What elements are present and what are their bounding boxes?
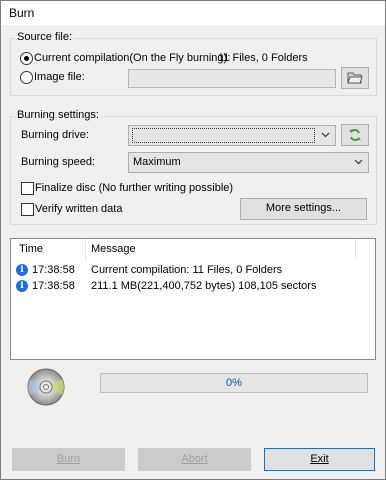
image-file-radio[interactable]	[20, 71, 33, 84]
burn-progress-bar: 0%	[100, 373, 368, 393]
column-header-time[interactable]: Time	[19, 243, 43, 255]
current-compilation-label[interactable]: Current compilation(On the Fly burning):	[34, 52, 230, 64]
abort-button[interactable]: Abort	[138, 448, 251, 471]
burning-settings-label: Burning settings:	[15, 109, 101, 121]
finalize-disc-label[interactable]: Finalize disc (No further writing possib…	[35, 182, 233, 194]
info-icon: i	[16, 280, 28, 292]
burn-button[interactable]: Burn	[12, 448, 125, 471]
refresh-drives-button[interactable]	[341, 124, 369, 146]
image-file-label[interactable]: Image file:	[34, 71, 85, 83]
log-message: 211.1 MB(221,400,752 bytes) 108,105 sect…	[91, 280, 317, 292]
image-file-input[interactable]	[128, 69, 336, 88]
folder-open-icon	[347, 72, 363, 84]
chevron-down-icon	[354, 159, 363, 165]
burning-drive-label: Burning drive:	[21, 129, 89, 141]
refresh-icon	[349, 129, 361, 141]
current-compilation-radio[interactable]	[20, 52, 33, 65]
log-time: 17:38:58	[32, 264, 75, 276]
verify-data-checkbox[interactable]	[21, 203, 34, 216]
log-header: Time Message	[11, 239, 375, 259]
chevron-down-icon	[321, 132, 330, 138]
exit-button-label: Exit	[310, 453, 329, 465]
burn-button-label: Burn	[56, 453, 81, 465]
column-divider[interactable]	[355, 239, 356, 259]
current-compilation-info: 11 Files, 0 Folders	[218, 52, 308, 64]
column-header-message[interactable]: Message	[91, 243, 136, 255]
more-settings-label: More settings...	[265, 202, 342, 214]
focus-rectangle	[132, 128, 315, 143]
log-row[interactable]: i 17:38:58 211.1 MB(221,400,752 bytes) 1…	[11, 279, 375, 295]
progress-percent: 0%	[226, 377, 242, 389]
log-row[interactable]: i 17:38:58 Current compilation: 11 Files…	[11, 263, 375, 279]
abort-button-label: Abort	[181, 453, 208, 465]
title-bar: Burn	[1, 1, 385, 25]
browse-image-button[interactable]	[341, 67, 369, 89]
column-divider[interactable]	[85, 239, 86, 259]
disc-icon	[27, 368, 65, 406]
burning-speed-value: Maximum	[133, 156, 181, 168]
finalize-disc-checkbox[interactable]	[21, 182, 34, 195]
burning-drive-select[interactable]	[128, 125, 336, 146]
source-file-label: Source file:	[15, 31, 75, 43]
verify-data-label[interactable]: Verify written data	[35, 203, 122, 215]
log-time: 17:38:58	[32, 280, 75, 292]
log-message: Current compilation: 11 Files, 0 Folders	[91, 264, 283, 276]
burn-window: Burn Source file: Current compilation(On…	[0, 0, 386, 480]
window-title: Burn	[9, 6, 35, 20]
more-settings-button[interactable]: More settings...	[240, 198, 367, 220]
burning-speed-select[interactable]: Maximum	[128, 152, 369, 173]
burning-speed-label: Burning speed:	[21, 156, 95, 168]
message-log-list[interactable]: Time Message i 17:38:58 Current compilat…	[10, 238, 376, 360]
exit-button[interactable]: Exit	[264, 448, 375, 471]
info-icon: i	[16, 264, 28, 276]
